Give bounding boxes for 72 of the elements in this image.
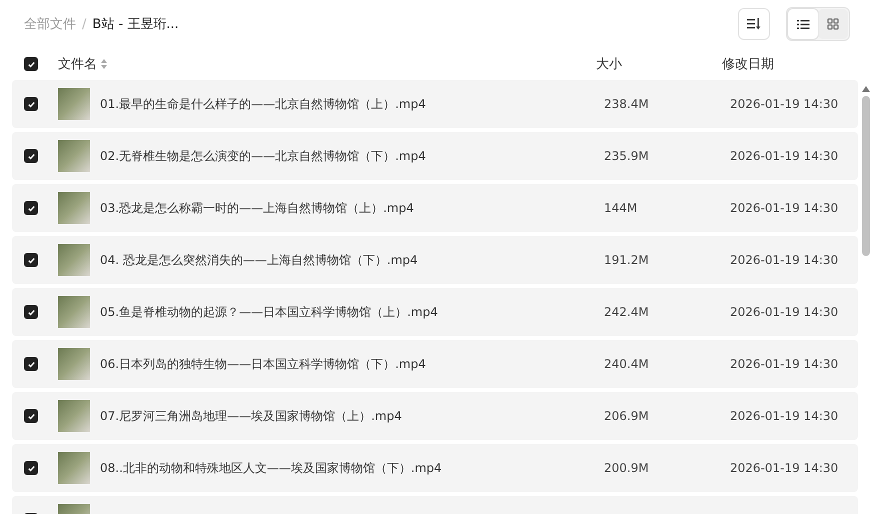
checkbox[interactable] — [24, 57, 38, 71]
file-name: 01.最早的生命是什么样子的——北京自然博物馆（上）.mp4 — [100, 96, 427, 112]
file-size: 240.4M — [604, 357, 650, 371]
check-icon — [26, 100, 36, 108]
video-thumbnail — [58, 452, 90, 484]
file-name: 07.尼罗河三角洲岛地理——埃及国家博物馆（上）.mp4 — [100, 408, 403, 424]
breadcrumb-separator: / — [82, 16, 86, 32]
file-name: 05.鱼是脊椎动物的起源？——日本国立科学博物馆（上）.mp4 — [100, 304, 439, 320]
modified-date: 2026-01-19 14:30 — [730, 149, 840, 163]
video-thumbnail — [58, 244, 90, 276]
file-size: 144M — [604, 201, 638, 215]
checkbox[interactable] — [24, 461, 38, 475]
checkbox[interactable] — [24, 357, 38, 371]
check-icon — [26, 412, 36, 420]
sort-button[interactable] — [738, 8, 770, 40]
sort-icon — [747, 18, 761, 30]
file-name: 06.日本列岛的独特生物——日本国立科学博物馆（下）.mp4 — [100, 356, 427, 372]
file-row[interactable]: 08..北非的动物和特殊地区人文——埃及国家博物馆（下）.mp4 200.9M 2026-01-19 14:30 — [12, 444, 858, 492]
file-size: 206.9M — [604, 409, 650, 423]
grid-icon — [827, 18, 839, 30]
file-name: 02.无脊椎生物是怎么演变的——北京自然博物馆（下）.mp4 — [100, 148, 427, 164]
file-size: 191.2M — [604, 253, 650, 267]
modified-date: 2026-01-19 14:30 — [730, 409, 840, 423]
checkbox[interactable] — [24, 305, 38, 319]
modified-date: 2026-01-19 14:30 — [730, 461, 840, 475]
file-row[interactable]: 02.无脊椎生物是怎么演变的——北京自然博物馆（下）.mp4 235.9M 2026-01-19 14:30 — [12, 132, 858, 180]
check-icon — [26, 360, 36, 368]
scroll-up-icon[interactable] — [862, 86, 870, 92]
breadcrumb-link[interactable]: B站 - 王昱珩... — [92, 15, 179, 33]
sort-icon — [101, 59, 107, 69]
checkbox[interactable] — [24, 97, 38, 111]
file-size: 235.9M — [604, 149, 650, 163]
checkbox[interactable] — [24, 253, 38, 267]
checkbox[interactable] — [24, 409, 38, 423]
column-header: 修改日期 — [722, 56, 775, 73]
modified-date: 2026-01-19 14:30 — [730, 357, 840, 371]
video-thumbnail — [58, 140, 90, 172]
file-size: 242.4M — [604, 305, 650, 319]
modified-date: 2026-01-19 14:30 — [730, 305, 840, 319]
column-header[interactable]: 文件名 — [58, 55, 97, 73]
file-row[interactable]: 05.鱼是脊椎动物的起源？——日本国立科学博物馆（上）.mp4 242.4M 2026-01-19 14:30 — [12, 288, 858, 336]
column-header: 大小 — [596, 56, 623, 73]
check-icon — [26, 308, 36, 316]
file-row[interactable]: 07.尼罗河三角洲岛地理——埃及国家博物馆（上）.mp4 206.9M 2026-01-19 14:30 — [12, 392, 858, 440]
check-icon — [26, 60, 36, 68]
checkbox[interactable] — [24, 201, 38, 215]
file-row[interactable]: 06.日本列岛的独特生物——日本国立科学博物馆（下）.mp4 240.4M 2026-01-19 14:30 — [12, 340, 858, 388]
check-icon — [26, 256, 36, 264]
file-name: 04. 恐龙是怎么突然消失的——上海自然博物馆（下）.mp4 — [100, 252, 419, 268]
scrollbar-thumb[interactable] — [862, 96, 870, 256]
file-size: 238.4M — [604, 97, 650, 111]
modified-date: 2026-01-19 14:30 — [730, 201, 840, 215]
checkbox[interactable] — [24, 149, 38, 163]
video-thumbnail — [58, 348, 90, 380]
grid-view-button[interactable] — [818, 9, 848, 39]
file-name: 08..北非的动物和特殊地区人文——埃及国家博物馆（下）.mp4 — [100, 460, 443, 476]
video-thumbnail — [58, 88, 90, 120]
list-icon — [796, 18, 810, 30]
file-size: 200.9M — [604, 461, 650, 475]
modified-date: 2026-01-19 14:30 — [730, 253, 840, 267]
file-row[interactable]: 03.恐龙是怎么称霸一时的——上海自然博物馆（上）.mp4 144M 2026-01-19 14:30 — [12, 184, 858, 232]
list-view-button[interactable] — [788, 9, 818, 39]
file-row[interactable]: 04. 恐龙是怎么突然消失的——上海自然博物馆（下）.mp4 191.2M 2026-01-19 14:30 — [12, 236, 858, 284]
file-row[interactable]: 01.最早的生命是什么样子的——北京自然博物馆（上）.mp4 238.4M 2026-01-19 14:30 — [12, 80, 858, 128]
check-icon — [26, 152, 36, 160]
video-thumbnail — [58, 192, 90, 224]
video-thumbnail — [58, 400, 90, 432]
check-icon — [26, 204, 36, 212]
check-icon — [26, 464, 36, 472]
file-name: 03.恐龙是怎么称霸一时的——上海自然博物馆（上）.mp4 — [100, 200, 415, 216]
modified-date: 2026-01-19 14:30 — [730, 97, 840, 111]
video-thumbnail — [58, 296, 90, 328]
